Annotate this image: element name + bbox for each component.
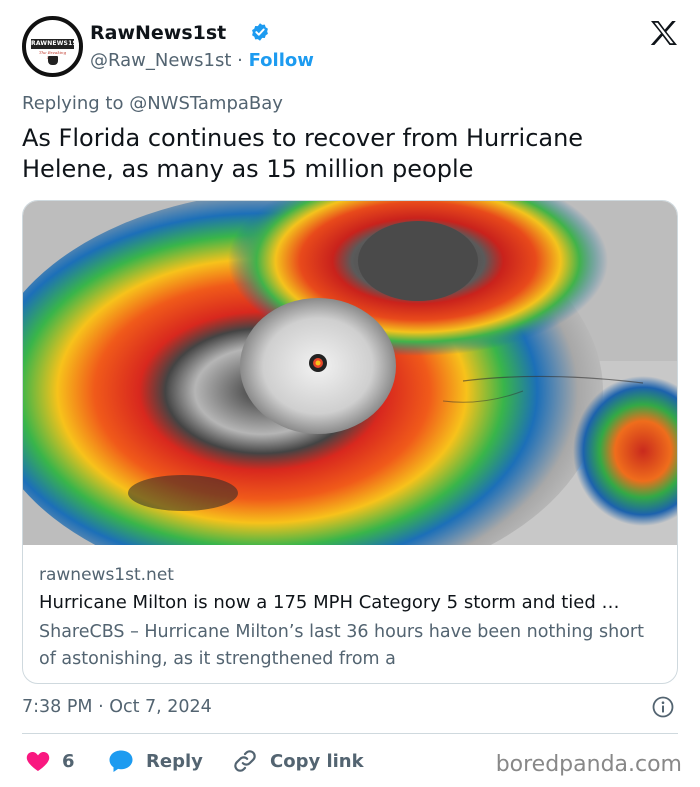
hurricane-satellite-image (23, 201, 677, 545)
avatar[interactable]: RAWNEWS1ST The Breaking News (22, 16, 83, 77)
verified-badge-icon (252, 23, 268, 41)
like-button[interactable]: 6 (26, 748, 75, 774)
handle-separator: · (237, 50, 243, 71)
author-name[interactable]: RawNews1st (90, 22, 226, 44)
tweet-timestamp[interactable]: 7:38 PM · Oct 7, 2024 (22, 697, 212, 717)
card-description: ShareCBS – Hurricane Milton’s last 36 ho… (39, 622, 644, 669)
tweet-text: As Florida continues to recover from Hur… (22, 124, 584, 183)
avatar-shield-icon (48, 56, 58, 65)
info-icon[interactable] (651, 695, 675, 719)
reply-label: Reply (146, 750, 203, 772)
link-card[interactable]: rawnews1st.net Hurricane Milton is now a… (22, 200, 678, 684)
copy-link-button[interactable]: Copy link (232, 748, 364, 774)
watermark: boredpanda.com (495, 752, 682, 777)
card-title[interactable]: Hurricane Milton is now a 175 MPH Catego… (39, 592, 664, 613)
link-icon (234, 750, 256, 772)
avatar-sub-text: The Breaking News (38, 50, 67, 60)
copy-link-label: Copy link (270, 750, 364, 772)
author-handle-line: @Raw_News1st · Follow (90, 50, 314, 71)
reply-bubble-icon (109, 750, 133, 772)
card-domain[interactable]: rawnews1st.net (39, 565, 174, 585)
replying-to[interactable]: Replying to @NWSTampaBay (22, 93, 283, 114)
avatar-logo-text: RAWNEWS1ST (31, 39, 82, 49)
follow-button[interactable]: Follow (249, 50, 314, 71)
like-count: 6 (62, 750, 75, 772)
divider (22, 733, 678, 734)
author-handle[interactable]: @Raw_News1st (90, 50, 231, 71)
tweet-header: RAWNEWS1ST The Breaking News RawNews1st … (22, 16, 682, 78)
x-logo-icon[interactable] (650, 20, 678, 46)
heart-icon (26, 752, 50, 771)
reply-button[interactable]: Reply (108, 748, 203, 774)
